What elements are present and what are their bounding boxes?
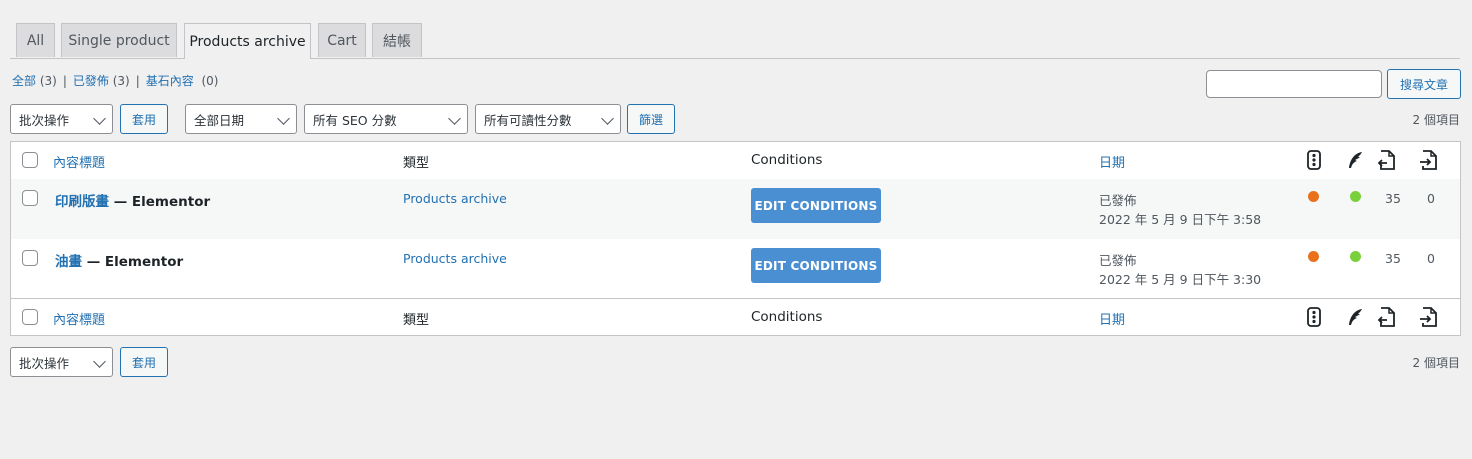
incoming-links-count: 0 (1427, 191, 1435, 206)
row-checkbox[interactable] (22, 250, 38, 266)
bulk-actions-label: 批次操作 (19, 112, 70, 128)
filter-button[interactable]: 篩選 (627, 104, 675, 134)
tab-checkout[interactable]: 結帳 (372, 23, 422, 57)
readability-score-dot (1350, 191, 1361, 202)
table-footer: 內容標題 類型 Conditions 日期 (11, 298, 1460, 335)
row-date-value: 2022 年 5 月 9 日下午 3:30 (1099, 272, 1262, 287)
row-date-value: 2022 年 5 月 9 日下午 3:58 (1099, 212, 1262, 227)
search-input[interactable] (1206, 70, 1382, 98)
outgoing-links-count: 35 (1385, 251, 1401, 266)
view-filters: 全部 (3) | 已發佈 (3) | 基石內容 (0) (12, 72, 218, 89)
row-status: 已發佈 (1099, 193, 1137, 208)
select-all-checkbox[interactable] (22, 309, 38, 325)
incoming-links-icon[interactable] (1418, 150, 1438, 170)
view-published-link[interactable]: 已發佈 (73, 74, 109, 88)
seo-score-dot (1308, 191, 1319, 202)
row-checkbox[interactable] (22, 190, 38, 206)
tab-cart[interactable]: Cart (318, 23, 366, 57)
chevron-down-icon (93, 355, 106, 368)
chevron-down-icon (277, 112, 290, 125)
items-count-bottom: 2 個項目 (1412, 356, 1460, 370)
column-conditions: Conditions (751, 152, 823, 168)
tab-single-product[interactable]: Single product (61, 23, 177, 57)
apply-button[interactable]: 套用 (120, 104, 168, 134)
apply-button-bottom[interactable]: 套用 (120, 347, 168, 377)
row-title: 印刷版畫 — Elementor (55, 190, 210, 210)
column-title-sort[interactable]: 內容標題 (53, 152, 105, 171)
column-type: 類型 (403, 156, 430, 171)
row-title-link[interactable]: 印刷版畫 (55, 194, 109, 210)
chevron-down-icon (448, 112, 461, 125)
chevron-down-icon (601, 112, 614, 125)
search-button[interactable]: 搜尋文章 (1387, 69, 1461, 99)
separator: | (135, 74, 140, 88)
edit-conditions-button[interactable]: EDIT CONDITIONS (751, 248, 881, 283)
date-filter-select[interactable]: 全部日期 (185, 104, 297, 134)
readability-filter-select[interactable]: 所有可讀性分數 (475, 104, 621, 134)
date-filter-label: 全部日期 (194, 112, 245, 128)
row-status: 已發佈 (1099, 253, 1137, 268)
separator: | (62, 74, 67, 88)
column-date-sort[interactable]: 日期 (1099, 309, 1125, 328)
row-title: 油畫 — Elementor (55, 250, 183, 270)
template-type-tabs: All Single product Products archive Cart… (10, 22, 1460, 59)
readability-filter-label: 所有可讀性分數 (484, 112, 572, 128)
incoming-links-count: 0 (1427, 251, 1435, 266)
select-all-checkbox[interactable] (22, 152, 38, 168)
readability-score-dot (1350, 251, 1361, 262)
row-type-link[interactable]: Products archive (403, 251, 507, 266)
edit-conditions-button[interactable]: EDIT CONDITIONS (751, 188, 881, 223)
row-title-suffix: — Elementor (82, 254, 184, 270)
tab-all[interactable]: All (16, 23, 55, 57)
row-date: 已發佈 2022 年 5 月 9 日下午 3:58 (1099, 191, 1261, 229)
view-cornerstone-count: (0) (201, 74, 219, 88)
outgoing-links-icon[interactable] (1376, 150, 1396, 170)
view-cornerstone-link[interactable]: 基石內容 (146, 74, 194, 88)
table-row: 印刷版畫 — Elementor Products archive EDIT C… (11, 179, 1460, 239)
row-title-link[interactable]: 油畫 (55, 254, 82, 270)
incoming-links-icon[interactable] (1418, 307, 1438, 327)
outgoing-links-count: 35 (1385, 191, 1401, 206)
view-all-link[interactable]: 全部 (12, 74, 36, 88)
table-row: 油畫 — Elementor Products archive EDIT CON… (11, 239, 1460, 299)
column-type: 類型 (403, 313, 430, 328)
view-published-count: (3) (112, 74, 130, 88)
chevron-down-icon (93, 112, 106, 125)
table-header: 內容標題 類型 Conditions 日期 (11, 142, 1460, 180)
column-conditions: Conditions (751, 309, 823, 325)
view-all-count: (3) (39, 74, 57, 88)
row-type-link[interactable]: Products archive (403, 191, 507, 206)
readability-icon[interactable] (1345, 150, 1365, 170)
row-date: 已發佈 2022 年 5 月 9 日下午 3:30 (1099, 251, 1261, 289)
column-date-sort[interactable]: 日期 (1099, 152, 1125, 171)
bulk-actions-select-bottom[interactable]: 批次操作 (10, 347, 113, 377)
row-title-suffix: — Elementor (109, 194, 211, 210)
bulk-actions-select[interactable]: 批次操作 (10, 104, 113, 134)
tab-products-archive[interactable]: Products archive (184, 23, 311, 59)
readability-icon[interactable] (1345, 307, 1365, 327)
items-count-top: 2 個項目 (1412, 113, 1460, 127)
seo-score-icon[interactable] (1304, 307, 1324, 327)
seo-filter-select[interactable]: 所有 SEO 分數 (304, 104, 468, 134)
column-title-sort[interactable]: 內容標題 (53, 309, 105, 328)
seo-score-icon[interactable] (1304, 150, 1324, 170)
seo-score-dot (1308, 251, 1319, 262)
bulk-actions-label: 批次操作 (19, 355, 70, 371)
posts-table: 內容標題 類型 Conditions 日期 印刷版畫 — Elementor P… (10, 141, 1461, 336)
outgoing-links-icon[interactable] (1376, 307, 1396, 327)
seo-filter-label: 所有 SEO 分數 (313, 112, 397, 128)
